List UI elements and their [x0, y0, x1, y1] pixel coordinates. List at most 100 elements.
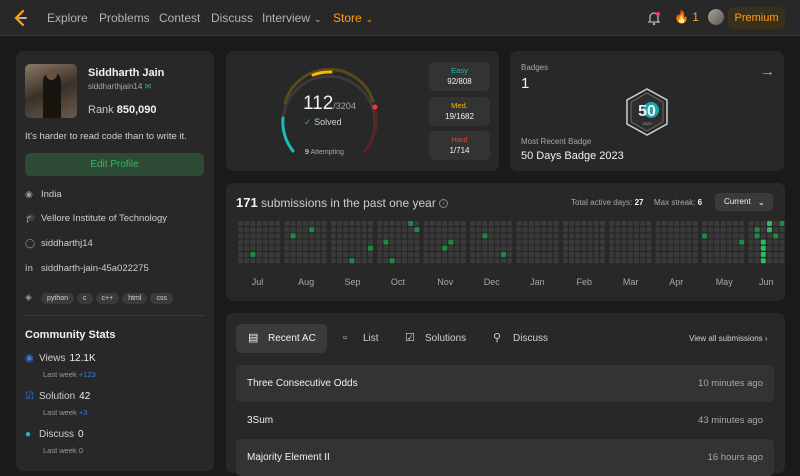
tab-list[interactable]: ▫ List [331, 324, 379, 353]
heatmap-cell[interactable] [368, 233, 373, 239]
heatmap-cell[interactable] [349, 258, 355, 264]
heatmap-cell[interactable] [309, 258, 315, 264]
heatmap-cell[interactable] [562, 233, 568, 239]
heatmap-cell[interactable] [627, 221, 633, 226]
heatmap-cell[interactable] [408, 233, 414, 239]
heatmap-cell[interactable] [275, 221, 281, 226]
skill-tag[interactable]: c [77, 293, 93, 304]
heatmap-cell[interactable] [290, 227, 296, 233]
heatmap-cell[interactable] [337, 245, 342, 251]
heatmap-cell[interactable] [708, 258, 714, 264]
heatmap-cell[interactable] [553, 227, 559, 233]
heatmap-cell[interactable] [600, 245, 605, 251]
heatmap-cell[interactable] [655, 258, 661, 264]
heatmap-cell[interactable] [377, 252, 383, 257]
heatmap-cell[interactable] [482, 239, 488, 245]
heatmap-cell[interactable] [429, 221, 435, 226]
heatmap-cell[interactable] [674, 233, 680, 239]
heatmap-cell[interactable] [454, 252, 460, 257]
heatmap-cell[interactable] [448, 221, 454, 226]
heatmap-cell[interactable] [668, 258, 673, 264]
heatmap-cell[interactable] [748, 245, 754, 251]
heatmap-cell[interactable] [708, 227, 714, 233]
heatmap-cell[interactable] [541, 258, 547, 264]
heatmap-cell[interactable] [275, 252, 281, 257]
heatmap-cell[interactable] [739, 233, 745, 239]
nav-store[interactable]: Store ⌄ [333, 11, 373, 25]
heatmap-cell[interactable] [609, 252, 615, 257]
heatmap-cell[interactable] [315, 258, 321, 264]
heatmap-cell[interactable] [714, 227, 720, 233]
heatmap-cell[interactable] [321, 258, 327, 264]
arrow-right-icon[interactable]: → [760, 63, 775, 80]
heatmap-cell[interactable] [627, 239, 633, 245]
heatmap-cell[interactable] [634, 227, 639, 233]
heatmap-cell[interactable] [408, 221, 414, 226]
heatmap-cell[interactable] [686, 252, 692, 257]
heatmap-cell[interactable] [541, 245, 547, 251]
heatmap-cell[interactable] [655, 233, 661, 239]
heatmap-cell[interactable] [408, 239, 414, 245]
heatmap-cell[interactable] [587, 245, 593, 251]
heatmap-cell[interactable] [708, 245, 714, 251]
heatmap-cell[interactable] [482, 233, 488, 239]
heatmap-cell[interactable] [754, 239, 760, 245]
heatmap-cell[interactable] [296, 233, 302, 239]
heatmap-cell[interactable] [290, 239, 296, 245]
heatmap-cell[interactable] [448, 239, 454, 245]
heatmap-cell[interactable] [516, 239, 522, 245]
heatmap-cell[interactable] [343, 221, 349, 226]
heatmap-cell[interactable] [448, 227, 454, 233]
heatmap-cell[interactable] [383, 239, 389, 245]
heatmap-cell[interactable] [575, 227, 581, 233]
heatmap-cell[interactable] [562, 221, 568, 226]
heatmap-cell[interactable] [250, 227, 256, 233]
heatmap-cell[interactable] [470, 258, 475, 264]
heatmap-cell[interactable] [454, 239, 460, 245]
heatmap-cell[interactable] [303, 239, 308, 245]
heatmap-cell[interactable] [460, 239, 466, 245]
heatmap-cell[interactable] [600, 252, 605, 257]
heatmap-cell[interactable] [349, 252, 355, 257]
notification-bell-icon[interactable] [647, 10, 661, 26]
heatmap-cell[interactable] [488, 227, 494, 233]
heatmap-cell[interactable] [250, 245, 256, 251]
heatmap-cell[interactable] [448, 252, 454, 257]
heatmap-cell[interactable] [674, 221, 680, 226]
heatmap-cell[interactable] [640, 233, 646, 239]
heatmap-cell[interactable] [528, 233, 534, 239]
tab-recent-ac[interactable]: ▤ Recent AC [236, 324, 327, 353]
heatmap-cell[interactable] [516, 252, 522, 257]
heatmap-cell[interactable] [547, 233, 553, 239]
heatmap-cell[interactable] [686, 221, 692, 226]
heatmap-cell[interactable] [389, 221, 395, 226]
heatmap-cell[interactable] [522, 245, 528, 251]
linkedin-link[interactable]: in siddharth-jain-45a022275 [25, 263, 149, 274]
heatmap-cell[interactable] [714, 221, 720, 226]
heatmap-cell[interactable] [414, 221, 420, 226]
heatmap-cell[interactable] [315, 252, 321, 257]
heatmap-cell[interactable] [535, 245, 540, 251]
heatmap-cell[interactable] [634, 221, 639, 226]
heatmap-cell[interactable] [494, 258, 500, 264]
heatmap-cell[interactable] [621, 233, 627, 239]
heatmap-cell[interactable] [250, 239, 256, 245]
heatmap-cell[interactable] [284, 233, 290, 239]
heatmap-cell[interactable] [395, 221, 401, 226]
heatmap-cell[interactable] [646, 239, 652, 245]
heatmap-cell[interactable] [640, 239, 646, 245]
heatmap-cell[interactable] [377, 221, 383, 226]
heatmap-cell[interactable] [290, 233, 296, 239]
heatmap-cell[interactable] [330, 258, 336, 264]
heatmap-cell[interactable] [773, 245, 779, 251]
heatmap-cell[interactable] [516, 258, 522, 264]
streak-counter[interactable]: 🔥 1 [674, 10, 699, 24]
heatmap-cell[interactable] [337, 227, 342, 233]
nav-contest[interactable]: Contest [159, 11, 200, 25]
heatmap-cell[interactable] [779, 227, 785, 233]
heatmap-cell[interactable] [726, 258, 732, 264]
heatmap-cell[interactable] [414, 245, 420, 251]
heatmap-cell[interactable] [600, 239, 605, 245]
heatmap-cell[interactable] [733, 258, 738, 264]
heatmap-cell[interactable] [303, 227, 308, 233]
